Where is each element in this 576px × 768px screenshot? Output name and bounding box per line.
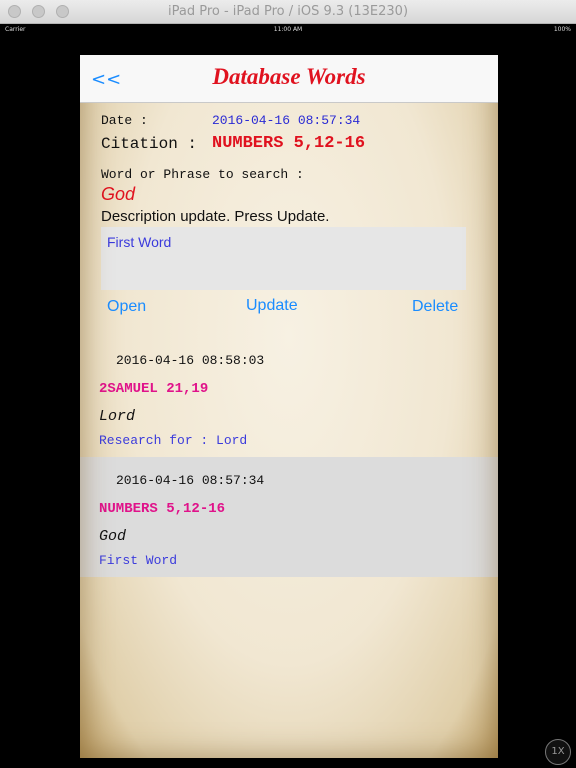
citation-value: NUMBERS 5,12-16 [212, 134, 366, 153]
list-item[interactable]: 2016-04-16 08:58:03 2SAMUEL 21,19 Lord R… [80, 337, 498, 455]
description-hint: Description update. Press Update. [101, 208, 330, 225]
entry-date: 2016-04-16 08:58:03 [116, 353, 265, 368]
entry-citation: NUMBERS 5,12-16 [99, 501, 226, 517]
page-title: Database Words [212, 64, 366, 89]
citation-label: Citation : [101, 135, 198, 153]
app-screen: << Database Words Date : 2016-04-16 08:5… [80, 55, 498, 758]
entry-description: Research for : Lord [99, 433, 248, 448]
entry-description: First Word [99, 553, 178, 568]
entry-date: 2016-04-16 08:57:34 [116, 473, 265, 488]
status-time: 11:00 AM [273, 26, 303, 33]
zoom-level-badge[interactable]: 1X [545, 739, 571, 765]
date-value: 2016-04-16 08:57:34 [212, 113, 361, 128]
battery-level: 100% [553, 26, 571, 33]
window-title: iPad Pro - iPad Pro / iOS 9.3 (13E230) [167, 4, 409, 19]
description-textarea[interactable]: First Word [101, 227, 466, 290]
entry-citation: 2SAMUEL 21,19 [99, 381, 209, 397]
list-item-selected[interactable]: 2016-04-16 08:57:34 NUMBERS 5,12-16 God … [80, 457, 498, 577]
entry-word: God [99, 528, 127, 545]
open-button[interactable]: Open [107, 298, 146, 316]
navigation-bar: << Database Words [80, 55, 498, 103]
entry-word: Lord [99, 408, 136, 425]
update-button[interactable]: Update [246, 297, 298, 315]
search-word-field[interactable]: God [101, 184, 135, 205]
ios-status-bar: Carrier 11:00 AM 100% [0, 24, 576, 36]
simulator-title-bar: iPad Pro - iPad Pro / iOS 9.3 (13E230) [0, 0, 576, 24]
search-label: Word or Phrase to search : [101, 167, 304, 182]
date-label: Date : [101, 113, 148, 128]
delete-button[interactable]: Delete [412, 298, 458, 316]
